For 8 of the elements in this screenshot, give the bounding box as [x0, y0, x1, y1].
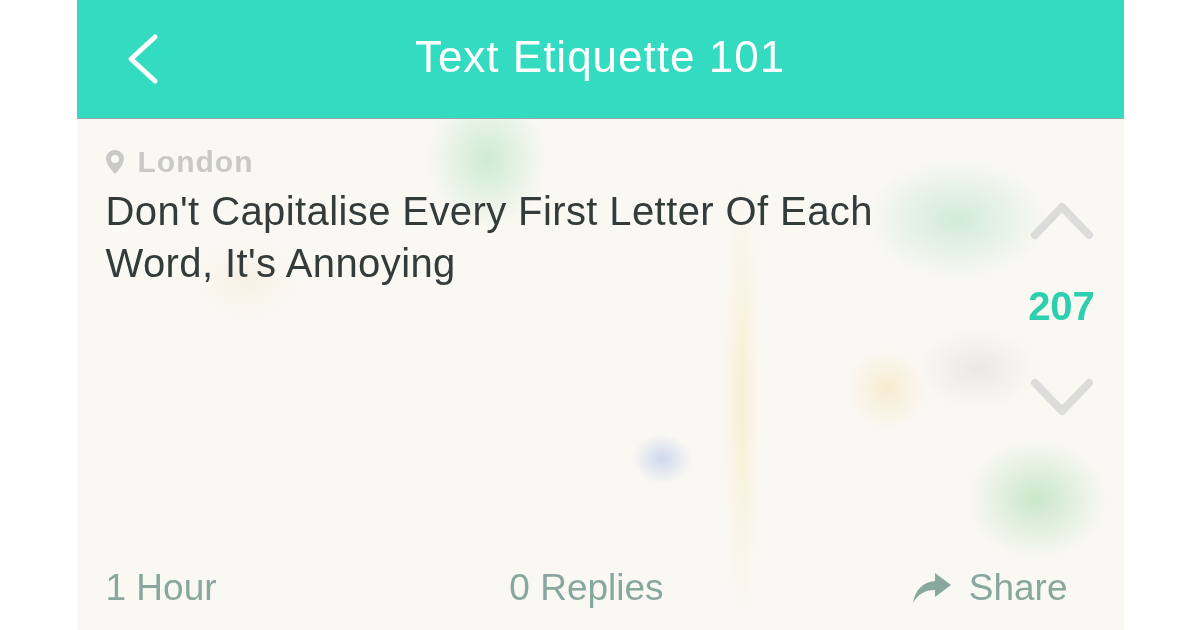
vote-count: 207 [1028, 283, 1095, 329]
post-time: 1 Hour [105, 567, 217, 609]
share-arrow-icon [912, 573, 951, 603]
screen-title: Text Etiquette 101 [414, 32, 786, 83]
post-message: Don't Capitalise Every First Letter Of Each Word, It's Annoying [105, 188, 874, 287]
location-pin-icon [105, 150, 124, 174]
share-button[interactable]: Share [912, 567, 1068, 609]
replies-button[interactable]: 0 Replies [509, 567, 664, 609]
